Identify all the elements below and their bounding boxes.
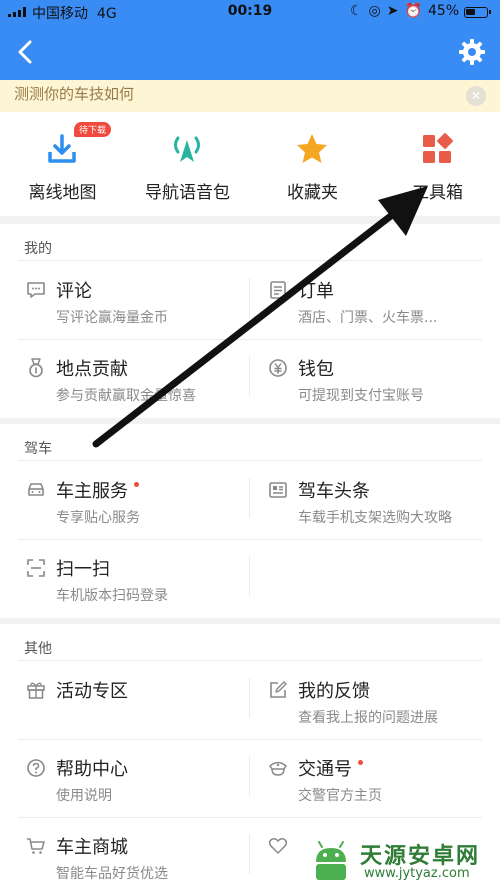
police-icon <box>268 758 288 778</box>
menu-item-owner-mall[interactable]: 车主商城 智能车品好货优选 <box>18 818 250 888</box>
wallet-icon <box>268 358 288 378</box>
menu-item-owner-service[interactable]: 车主服务 专享贴心服务 <box>18 462 250 540</box>
menu-item-title: 交通号 <box>298 755 363 781</box>
order-icon <box>268 280 288 300</box>
menu-item-title: 驾车头条 <box>298 481 370 502</box>
menu-item-title: 评论 <box>56 281 92 302</box>
shortcut-label: 工具箱 <box>412 183 463 203</box>
menu-item-wallet[interactable]: 钱包 可提现到支付宝账号 <box>260 340 492 418</box>
menu-item-place-contribution[interactable]: 地点贡献 参与贡献赢取金量惊喜 <box>18 340 250 418</box>
menu-item-title: 车主服务 <box>56 477 139 503</box>
menu-item-title: 订单 <box>298 281 334 302</box>
news-icon <box>268 480 288 500</box>
menu-item-subtitle: 查看我上报的问题进展 <box>298 710 438 726</box>
promo-banner[interactable]: 测测你的车技如何 ✕ <box>0 80 500 112</box>
heart-icon <box>268 836 288 856</box>
shortcut-grid: 待下载 离线地图 导航语音包 收藏夹 工具箱 <box>0 112 500 216</box>
watermark-url: www.jytyaz.com <box>364 866 470 881</box>
menu-item-subtitle: 酒店、门票、火车票... <box>298 310 438 326</box>
shortcut-label: 离线地图 <box>28 183 97 203</box>
menu-item-subtitle: 使用说明 <box>56 788 112 804</box>
menu-item-subtitle: 车载手机支架选购大攻略 <box>298 510 452 526</box>
gift-icon <box>26 680 46 700</box>
menu-item-subtitle: 写评论赢海量金币 <box>56 310 168 326</box>
back-icon[interactable] <box>10 36 42 68</box>
toolbox-icon <box>420 132 454 166</box>
pending-download-badge: 待下载 <box>74 122 112 137</box>
download-icon <box>45 132 79 166</box>
feedback-icon <box>268 680 288 700</box>
menu-item-orders[interactable]: 订单 酒店、门票、火车票... <box>260 262 492 340</box>
shortcut-voice-package[interactable]: 导航语音包 <box>125 112 250 216</box>
menu-item-title: 地点贡献 <box>56 359 128 380</box>
menu-item-title: 帮助中心 <box>56 759 128 780</box>
voice-package-icon <box>170 132 204 166</box>
menu-item-subtitle: 车机版本扫码登录 <box>56 588 168 604</box>
menu-item-subtitle: 参与贡献赢取金量惊喜 <box>56 388 196 404</box>
new-dot <box>358 760 363 765</box>
battery-percent: 45% <box>428 3 460 19</box>
menu-item-activity-zone[interactable]: 活动专区 <box>18 662 250 740</box>
android-logo-icon <box>306 836 356 886</box>
menu-item-scan[interactable]: 扫一扫 车机版本扫码登录 <box>18 540 250 618</box>
menu-item-title: 活动专区 <box>56 681 128 702</box>
section-driving: 驾车 车主服务 专享贴心服务 驾车头条 车载手机支架选购大攻略 扫一扫 车机版本… <box>0 424 500 618</box>
scan-icon <box>26 558 46 578</box>
settings-gear-icon[interactable] <box>456 36 488 68</box>
comment-icon <box>26 280 46 300</box>
section-mine: 我的 评论 写评论赢海量金币 订单 酒店、门票、火车票... 地点贡献 参与贡献… <box>0 224 500 418</box>
shortcut-label: 收藏夹 <box>287 183 338 203</box>
close-icon[interactable]: ✕ <box>466 86 486 106</box>
car-icon <box>26 480 46 500</box>
title-bar <box>0 24 500 80</box>
promo-banner-text: 测测你的车技如何 <box>14 85 135 103</box>
shortcut-label: 导航语音包 <box>145 183 230 203</box>
menu-item-title: 扫一扫 <box>56 559 110 580</box>
menu-item-subtitle: 智能车品好货优选 <box>56 866 168 882</box>
menu-item-subtitle: 可提现到支付宝账号 <box>298 388 424 404</box>
menu-item-traffic-account[interactable]: 交通号 交警官方主页 <box>260 740 492 818</box>
menu-item-comments[interactable]: 评论 写评论赢海量金币 <box>18 262 250 340</box>
help-icon <box>26 758 46 778</box>
menu-item-title: 钱包 <box>298 359 334 380</box>
shortcut-offline-map[interactable]: 待下载 离线地图 <box>0 112 125 216</box>
menu-item-subtitle: 专享贴心服务 <box>56 510 140 526</box>
system-status-icons: ☾◎➤⏰ <box>350 3 428 19</box>
menu-item-my-feedback[interactable]: 我的反馈 查看我上报的问题进展 <box>260 662 492 740</box>
menu-item-driving-news[interactable]: 驾车头条 车载手机支架选购大攻略 <box>260 462 492 540</box>
medal-icon <box>26 358 46 378</box>
cart-icon <box>26 836 46 856</box>
battery-icon <box>464 7 491 18</box>
status-bar: 中国移动 4G 00:19 ☾◎➤⏰ 45% <box>0 0 500 24</box>
section-title: 驾车 <box>24 441 52 457</box>
menu-item-help-center[interactable]: 帮助中心 使用说明 <box>18 740 250 818</box>
star-icon <box>295 132 329 166</box>
section-title: 我的 <box>24 241 52 257</box>
section-title: 其他 <box>24 641 52 657</box>
shortcut-favorites[interactable]: 收藏夹 <box>250 112 375 216</box>
menu-item-subtitle: 交警官方主页 <box>298 788 382 804</box>
menu-item-title: 我的反馈 <box>298 681 370 702</box>
menu-item-title: 车主商城 <box>56 837 128 858</box>
new-dot <box>134 482 139 487</box>
shortcut-toolbox[interactable]: 工具箱 <box>375 112 500 216</box>
site-watermark: 天源安卓网 www.jytyaz.com <box>306 836 496 886</box>
